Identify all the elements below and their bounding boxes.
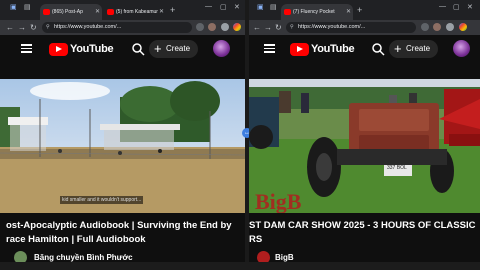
taskbar: [0, 262, 480, 270]
reload-icon[interactable]: ↻: [275, 21, 282, 34]
video-caption: kid smaller and it wouldn't support...: [60, 196, 144, 204]
copilot-icon[interactable]: [459, 23, 467, 31]
channel-name[interactable]: Băng chuyền Bình Phước: [34, 253, 133, 262]
tab-inactive[interactable]: (5) from Kabeamur ✕: [104, 4, 166, 20]
url-text: https://www.youtube.com/...: [298, 24, 366, 30]
back-arrow-icon[interactable]: ←: [6, 21, 14, 34]
maximize-icon[interactable]: ▢: [220, 3, 227, 11]
site-info-icon: ⚲: [46, 24, 50, 30]
hamburger-menu-icon[interactable]: [264, 44, 275, 53]
youtube-favicon-icon: [43, 9, 50, 15]
close-tab-icon[interactable]: ✕: [95, 4, 100, 20]
tab-search-icon[interactable]: ▤: [24, 3, 31, 11]
video-title-line-2: RS: [249, 234, 263, 245]
video-player[interactable]: kid smaller and it wouldn't support...: [0, 79, 245, 213]
license-plate: 337 BOL: [387, 165, 407, 171]
menu-dots-icon[interactable]: [446, 23, 454, 31]
tab-group-icon[interactable]: ▣: [257, 3, 264, 11]
forward-arrow-icon[interactable]: →: [264, 21, 272, 34]
tab-label: (865) Post-Ap: [52, 9, 83, 15]
new-tab-icon[interactable]: +: [170, 4, 175, 17]
video-player[interactable]: BigB 337 BOL: [249, 79, 480, 213]
avatar[interactable]: [213, 40, 230, 57]
video-frame: [0, 79, 245, 213]
youtube-header: YouTube + Create: [249, 35, 480, 63]
bookmark-icon[interactable]: [196, 23, 204, 31]
desktop: (865) Post-Ap ✕ (5) from Kabeamur ✕ + ▣ …: [0, 0, 480, 270]
browser-toolbar: ← → ↻ ⚲ https://www.youtube.com/...: [0, 20, 245, 35]
profile-icon[interactable]: [433, 23, 441, 31]
tab-label: (5) from Kabeamur: [116, 9, 158, 15]
create-button[interactable]: + Create: [149, 40, 199, 58]
svg-text:BigB: BigB: [255, 189, 302, 213]
search-icon[interactable]: [131, 42, 145, 56]
video-title-line-1: ost-Apocalyptic Audiobook | Surviving th…: [6, 220, 232, 231]
tab-bar: ▣ ▤ (7) Fluency Pocket ✕ + — ▢ ✕: [249, 0, 480, 20]
logo-text: YouTube: [311, 43, 355, 55]
video-title-line-1: ST DAM CAR SHOW 2025 - 3 HOURS OF CLASSI…: [249, 220, 476, 231]
create-label: Create: [406, 44, 431, 53]
close-tab-icon[interactable]: ✕: [346, 4, 351, 20]
menu-dots-icon[interactable]: [221, 23, 229, 31]
copilot-icon[interactable]: [233, 23, 241, 31]
plus-icon: +: [394, 41, 402, 56]
youtube-favicon-icon: [284, 9, 291, 15]
new-tab-icon[interactable]: +: [357, 4, 362, 17]
youtube-favicon-icon: [107, 9, 114, 15]
video-frame: BigB: [249, 79, 480, 213]
tab-active[interactable]: (865) Post-Ap ✕: [40, 4, 102, 20]
create-button[interactable]: + Create: [389, 40, 439, 58]
address-bar[interactable]: ⚲ https://www.youtube.com/...: [42, 22, 192, 33]
site-info-icon: ⚲: [290, 24, 294, 30]
bookmark-icon[interactable]: [421, 23, 429, 31]
tab-label: (7) Fluency Pocket: [293, 9, 335, 15]
back-arrow-icon[interactable]: ←: [253, 21, 261, 34]
video-title-line-2: race Hamilton | Full Audiobook: [6, 234, 146, 245]
logo-text: YouTube: [70, 43, 114, 55]
youtube-play-icon: [290, 42, 309, 56]
youtube-header: YouTube + Create: [0, 35, 245, 63]
close-window-icon[interactable]: ✕: [234, 3, 240, 11]
tab-bar: (865) Post-Ap ✕ (5) from Kabeamur ✕ + ▣ …: [0, 0, 245, 20]
tab-group-icon[interactable]: ▣: [10, 3, 17, 11]
maximize-icon[interactable]: ▢: [453, 3, 460, 11]
profile-icon[interactable]: [208, 23, 216, 31]
plus-icon: +: [154, 41, 162, 56]
url-text: https://www.youtube.com/...: [54, 24, 122, 30]
hamburger-menu-icon[interactable]: [21, 44, 32, 53]
browser-window-right: ▣ ▤ (7) Fluency Pocket ✕ + — ▢ ✕ ← → ↻ ⚲…: [249, 0, 480, 266]
browser-toolbar: ← → ↻ ⚲ https://www.youtube.com/...: [249, 20, 480, 35]
youtube-logo[interactable]: YouTube: [49, 42, 114, 56]
minimize-icon[interactable]: —: [205, 3, 212, 10]
youtube-logo[interactable]: YouTube: [290, 42, 355, 56]
reload-icon[interactable]: ↻: [30, 21, 37, 34]
forward-arrow-icon[interactable]: →: [18, 21, 26, 34]
address-bar[interactable]: ⚲ https://www.youtube.com/...: [286, 22, 416, 33]
minimize-icon[interactable]: —: [439, 3, 446, 10]
close-tab-icon[interactable]: ✕: [159, 4, 164, 20]
channel-name[interactable]: BigB: [275, 253, 294, 262]
search-icon[interactable]: [371, 42, 385, 56]
tab-search-icon[interactable]: ▤: [270, 3, 277, 11]
youtube-play-icon: [49, 42, 68, 56]
tab-active[interactable]: (7) Fluency Pocket ✕: [281, 4, 353, 20]
create-label: Create: [166, 44, 191, 53]
avatar[interactable]: [453, 40, 470, 57]
browser-window-left: (865) Post-Ap ✕ (5) from Kabeamur ✕ + ▣ …: [0, 0, 245, 266]
close-window-icon[interactable]: ✕: [467, 3, 473, 11]
